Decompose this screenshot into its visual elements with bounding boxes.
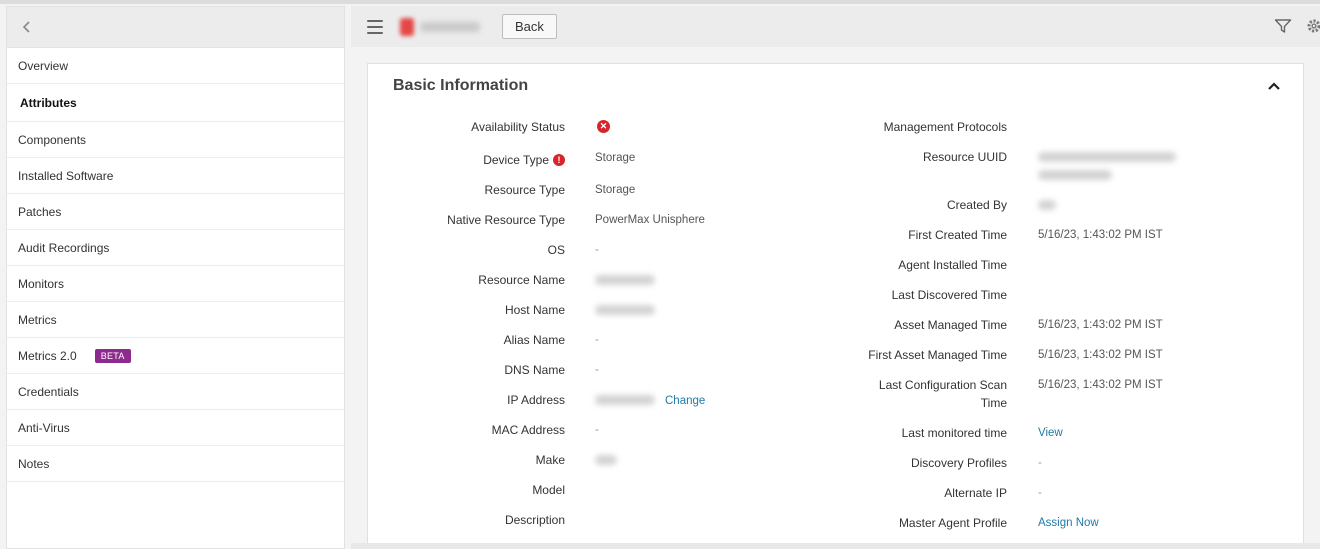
info-icon[interactable]: !	[553, 154, 565, 166]
field-value-redacted	[1038, 196, 1056, 214]
field-value: -	[1038, 457, 1042, 469]
sidebar-item-notes[interactable]: Notes	[7, 446, 344, 482]
view-link[interactable]: View	[1038, 424, 1063, 442]
main-content: Back Basic Information Availability Stat…	[351, 6, 1320, 549]
field-label: First Asset Managed Time	[868, 348, 1007, 362]
field-label: Host Name	[504, 303, 565, 317]
field-value: -	[595, 334, 599, 346]
sidebar-item-label: Patches	[18, 204, 62, 219]
field-label: Agent Installed Time	[898, 258, 1007, 272]
field-label: DNS Name	[504, 363, 565, 377]
field-label: Resource Name	[478, 273, 565, 287]
chevron-left-icon[interactable]	[19, 20, 33, 34]
field-value: Storage	[595, 152, 636, 164]
sidebar-item-credentials[interactable]: Credentials	[7, 374, 344, 410]
field-value: PowerMax Unisphere	[595, 214, 705, 226]
sidebar-item-installed-software[interactable]: Installed Software	[7, 158, 344, 194]
field-label: Model	[532, 483, 565, 497]
field-value: -	[595, 244, 599, 256]
sidebar-item-metrics-2[interactable]: Metrics 2.0 BETA	[7, 338, 344, 374]
sidebar-item-label: Overview	[18, 58, 69, 73]
field-label: Resource Type	[484, 183, 566, 197]
sidebar-item-audit-recordings[interactable]: Audit Recordings	[7, 230, 344, 266]
field-value: 5/16/23, 1:43:02 PM IST	[1038, 379, 1163, 391]
field-label: Description	[504, 513, 565, 527]
sidebar-item-metrics[interactable]: Metrics	[7, 302, 344, 338]
bottom-strip	[351, 543, 1320, 549]
sidebar-item-components[interactable]: Components	[7, 122, 344, 158]
sidebar-item-anti-virus[interactable]: Anti-Virus	[7, 410, 344, 446]
field-label: First Created Time	[908, 228, 1007, 242]
top-strip	[0, 0, 1320, 4]
field-label: Alternate IP	[944, 486, 1007, 500]
sidebar-item-attributes[interactable]: Attributes	[7, 84, 344, 122]
field-label-text: Device Type	[483, 153, 549, 167]
field-label-device-type: Device Type!	[368, 151, 565, 169]
field-label: Discovery Profiles	[910, 456, 1007, 470]
field-value: Storage	[595, 184, 636, 196]
back-button[interactable]: Back	[502, 14, 557, 39]
field-label: Make	[535, 453, 565, 467]
sidebar-item-label: Attributes	[20, 95, 77, 110]
sidebar-item-monitors[interactable]: Monitors	[7, 266, 344, 302]
field-label: Alias Name	[503, 333, 565, 347]
sidebar-item-label: Credentials	[18, 384, 79, 399]
field-label: Management Protocols	[883, 120, 1007, 134]
filter-icon[interactable]	[1274, 18, 1292, 34]
field-value: -	[595, 364, 599, 376]
sidebar-item-label: Audit Recordings	[18, 240, 110, 255]
field-label: Created By	[946, 198, 1007, 212]
sidebar-item-label: Installed Software	[18, 168, 114, 183]
sidebar-item-label: Metrics	[18, 312, 57, 327]
hamburger-icon[interactable]	[367, 19, 383, 34]
field-value: -	[595, 424, 599, 436]
field-value: 5/16/23, 1:43:02 PM IST	[1038, 229, 1163, 241]
change-ip-link[interactable]: Change	[665, 392, 705, 410]
sidebar-item-label: Components	[18, 132, 87, 147]
field-label: IP Address	[507, 393, 565, 407]
field-label: Availability Status	[471, 120, 565, 134]
chevron-up-icon[interactable]	[1267, 80, 1281, 92]
field-value-redacted	[595, 391, 655, 409]
field-label: Asset Managed Time	[894, 318, 1007, 332]
field-label: Last Discovered Time	[891, 288, 1007, 302]
field-label: Last monitored time	[901, 426, 1007, 440]
sidebar-item-label: Monitors	[18, 276, 65, 291]
basic-information-panel: Basic Information Availability Status ✕ …	[367, 63, 1304, 543]
sidebar-item-overview[interactable]: Overview	[7, 48, 344, 84]
field-value-redacted	[595, 451, 617, 469]
gear-icon[interactable]	[1306, 18, 1320, 34]
field-value: 5/16/23, 1:43:02 PM IST	[1038, 319, 1163, 331]
toolbar-actions	[1274, 18, 1320, 34]
field-value-redacted	[595, 301, 655, 319]
sidebar-item-label: Metrics 2.0	[18, 348, 77, 363]
sidebar-item-patches[interactable]: Patches	[7, 194, 344, 230]
status-down-icon: ✕	[597, 120, 610, 133]
field-value-redacted	[1038, 148, 1178, 184]
field-label: Master Agent Profile	[898, 516, 1007, 530]
sidebar-header	[7, 7, 344, 48]
sidebar-item-label: Anti-Virus	[18, 420, 70, 435]
device-name-redacted	[400, 17, 486, 37]
panel-title: Basic Information	[393, 77, 529, 94]
beta-badge: BETA	[94, 348, 131, 363]
assign-now-link[interactable]: Assign Now	[1038, 514, 1099, 532]
sidebar-item-label: Notes	[18, 456, 50, 471]
field-label: OS	[547, 243, 565, 257]
field-label: Resource UUID	[922, 150, 1007, 164]
field-value-redacted	[595, 271, 655, 289]
sidebar: Overview Attributes Components Installed…	[6, 6, 345, 549]
field-value: -	[1038, 487, 1042, 499]
field-value: 5/16/23, 1:43:02 PM IST	[1038, 349, 1163, 361]
field-label: Last Configuration Scan	[878, 378, 1007, 392]
field-label: MAC Address	[491, 423, 565, 437]
sidebar-nav: Overview Attributes Components Installed…	[7, 48, 344, 482]
toolbar: Back	[351, 6, 1320, 47]
field-label: Native Resource Type	[447, 213, 565, 227]
field-label-continued: Time	[980, 396, 1007, 410]
